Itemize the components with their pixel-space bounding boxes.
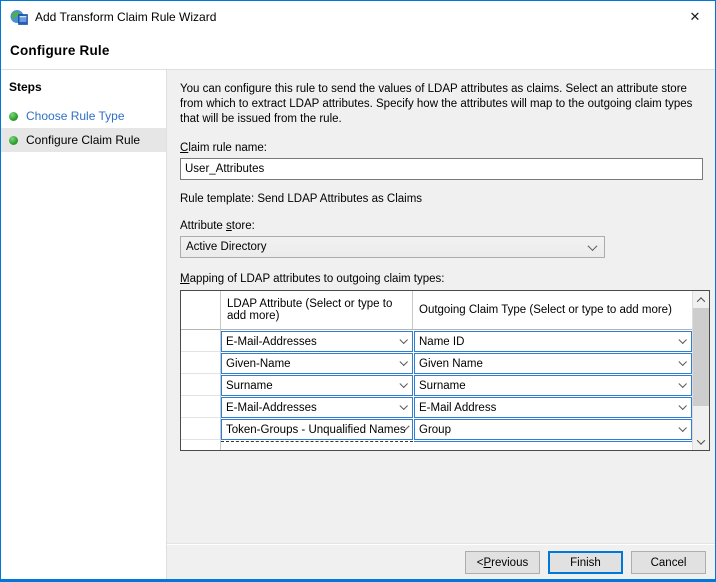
- row-selector-header-cell: [181, 291, 221, 329]
- row-selector-cell[interactable]: [181, 352, 221, 374]
- table-row: E-Mail-Addresses E-Mail Address: [181, 396, 692, 418]
- table-row: Given-Name Given Name: [181, 352, 692, 374]
- wizard-content: You can configure this rule to send the …: [167, 70, 715, 544]
- ldap-attribute-value: E-Mail-Addresses: [226, 336, 317, 348]
- label-accesskey: M: [180, 273, 190, 285]
- chevron-down-icon: [678, 423, 686, 431]
- previous-button[interactable]: < Previous: [465, 551, 540, 574]
- steps-sidebar: Steps Choose Rule Type Configure Claim R…: [1, 70, 167, 580]
- ldap-attribute-dropdown[interactable]: E-Mail-Addresses: [221, 331, 413, 352]
- mapping-table-label: Mapping of LDAP attributes to outgoing c…: [180, 273, 715, 285]
- table-vertical-scrollbar[interactable]: [692, 291, 709, 450]
- outgoing-claim-type-dropdown[interactable]: Given Name: [414, 353, 692, 374]
- step-complete-bullet-icon: [9, 136, 18, 145]
- chevron-down-icon: [399, 357, 407, 365]
- steps-title: Steps: [1, 78, 166, 104]
- scrollbar-thumb[interactable]: [693, 308, 709, 406]
- scroll-down-icon[interactable]: [693, 433, 709, 450]
- wizard-footer: < Previous Finish Cancel: [167, 544, 715, 580]
- outgoing-claim-type-dropdown[interactable]: Group: [414, 419, 692, 440]
- outgoing-claim-value: Given Name: [419, 358, 483, 370]
- table-header-row: LDAP Attribute (Select or type to add mo…: [181, 291, 692, 330]
- chevron-down-icon: [678, 379, 686, 387]
- outgoing-claim-type-dropdown[interactable]: Name ID: [414, 331, 692, 352]
- ldap-mapping-table: LDAP Attribute (Select or type to add mo…: [180, 290, 710, 451]
- attribute-store-dropdown[interactable]: Active Directory: [180, 236, 605, 258]
- row-selector-cell[interactable]: [181, 396, 221, 418]
- chevron-down-icon: [588, 241, 598, 251]
- attribute-store-label: Attribute store:: [180, 220, 715, 232]
- scroll-up-icon[interactable]: [693, 291, 709, 308]
- outgoing-claim-value: E-Mail Address: [419, 402, 496, 414]
- outgoing-claim-value: Surname: [419, 380, 466, 392]
- ldap-attribute-dropdown[interactable]: Token-Groups - Unqualified Names: [221, 419, 413, 440]
- ldap-attribute-value: Given-Name: [226, 358, 291, 370]
- rule-template-text: Rule template: Send LDAP Attributes as C…: [180, 193, 715, 205]
- row-selector-cell[interactable]: [181, 374, 221, 396]
- ldap-attribute-dropdown[interactable]: Given-Name: [221, 353, 413, 374]
- title-bar: Add Transform Claim Rule Wizard ✕: [1, 1, 715, 32]
- cancel-button[interactable]: Cancel: [631, 551, 706, 574]
- ldap-attribute-value: E-Mail-Addresses: [226, 402, 317, 414]
- step-label: Choose Rule Type: [26, 109, 125, 123]
- table-row: Surname Surname: [181, 374, 692, 396]
- label-part: <: [477, 557, 484, 569]
- outgoing-claim-type-dropdown-empty[interactable]: [414, 441, 692, 450]
- close-icon[interactable]: ✕: [675, 1, 715, 32]
- row-selector-cell[interactable]: [181, 330, 221, 352]
- row-selector-cell[interactable]: [181, 440, 221, 450]
- claim-rule-name-input[interactable]: [180, 158, 703, 180]
- chevron-down-icon: [678, 401, 686, 409]
- attribute-store-value: Active Directory: [186, 241, 267, 253]
- outgoing-claim-value: Group: [419, 424, 451, 436]
- sidebar-item-choose-rule-type[interactable]: Choose Rule Type: [1, 104, 166, 128]
- ldap-attribute-dropdown[interactable]: E-Mail-Addresses: [221, 397, 413, 418]
- table-row: E-Mail-Addresses Name ID: [181, 330, 692, 352]
- step-complete-bullet-icon: [9, 112, 18, 121]
- rule-description-text: You can configure this rule to send the …: [180, 82, 706, 127]
- outgoing-claim-type-dropdown[interactable]: Surname: [414, 375, 692, 396]
- chevron-down-icon: [399, 401, 407, 409]
- claim-rule-name-label: Claim rule name:: [180, 142, 715, 154]
- page-title: Configure Rule: [10, 43, 110, 58]
- sidebar-item-configure-claim-rule[interactable]: Configure Claim Rule: [1, 128, 166, 152]
- ldap-attribute-value: Surname: [226, 380, 273, 392]
- outgoing-claim-value: Name ID: [419, 336, 464, 348]
- outgoing-claim-type-dropdown[interactable]: E-Mail Address: [414, 397, 692, 418]
- chevron-down-icon: [399, 379, 407, 387]
- ldap-attribute-value: Token-Groups - Unqualified Names: [226, 424, 406, 436]
- table-row-partial: [181, 440, 692, 450]
- ldap-attribute-dropdown-empty[interactable]: [221, 441, 413, 450]
- outgoing-claim-type-column-header: Outgoing Claim Type (Select or type to a…: [413, 291, 692, 329]
- window-title: Add Transform Claim Rule Wizard: [35, 10, 216, 24]
- chevron-down-icon: [399, 335, 407, 343]
- adfs-wizard-icon: [10, 9, 28, 25]
- label-part: apping of LDAP attributes to outgoing cl…: [190, 273, 445, 285]
- label-part: revious: [491, 557, 528, 569]
- table-row: Token-Groups - Unqualified Names Group: [181, 418, 692, 440]
- label-accesskey: P: [483, 557, 491, 569]
- chevron-down-icon: [678, 357, 686, 365]
- finish-button[interactable]: Finish: [548, 551, 623, 574]
- label-part: Attribute: [180, 220, 226, 232]
- add-transform-claim-rule-wizard-dialog: Add Transform Claim Rule Wizard ✕ Config…: [0, 0, 716, 582]
- ldap-attribute-dropdown[interactable]: Surname: [221, 375, 413, 396]
- row-selector-cell[interactable]: [181, 418, 221, 440]
- label-part: tore:: [232, 220, 255, 232]
- step-label: Configure Claim Rule: [26, 133, 140, 147]
- ldap-attribute-column-header: LDAP Attribute (Select or type to add mo…: [221, 291, 413, 329]
- chevron-down-icon: [678, 335, 686, 343]
- heading-band: Configure Rule: [1, 32, 715, 69]
- label-part: laim rule name:: [188, 142, 267, 154]
